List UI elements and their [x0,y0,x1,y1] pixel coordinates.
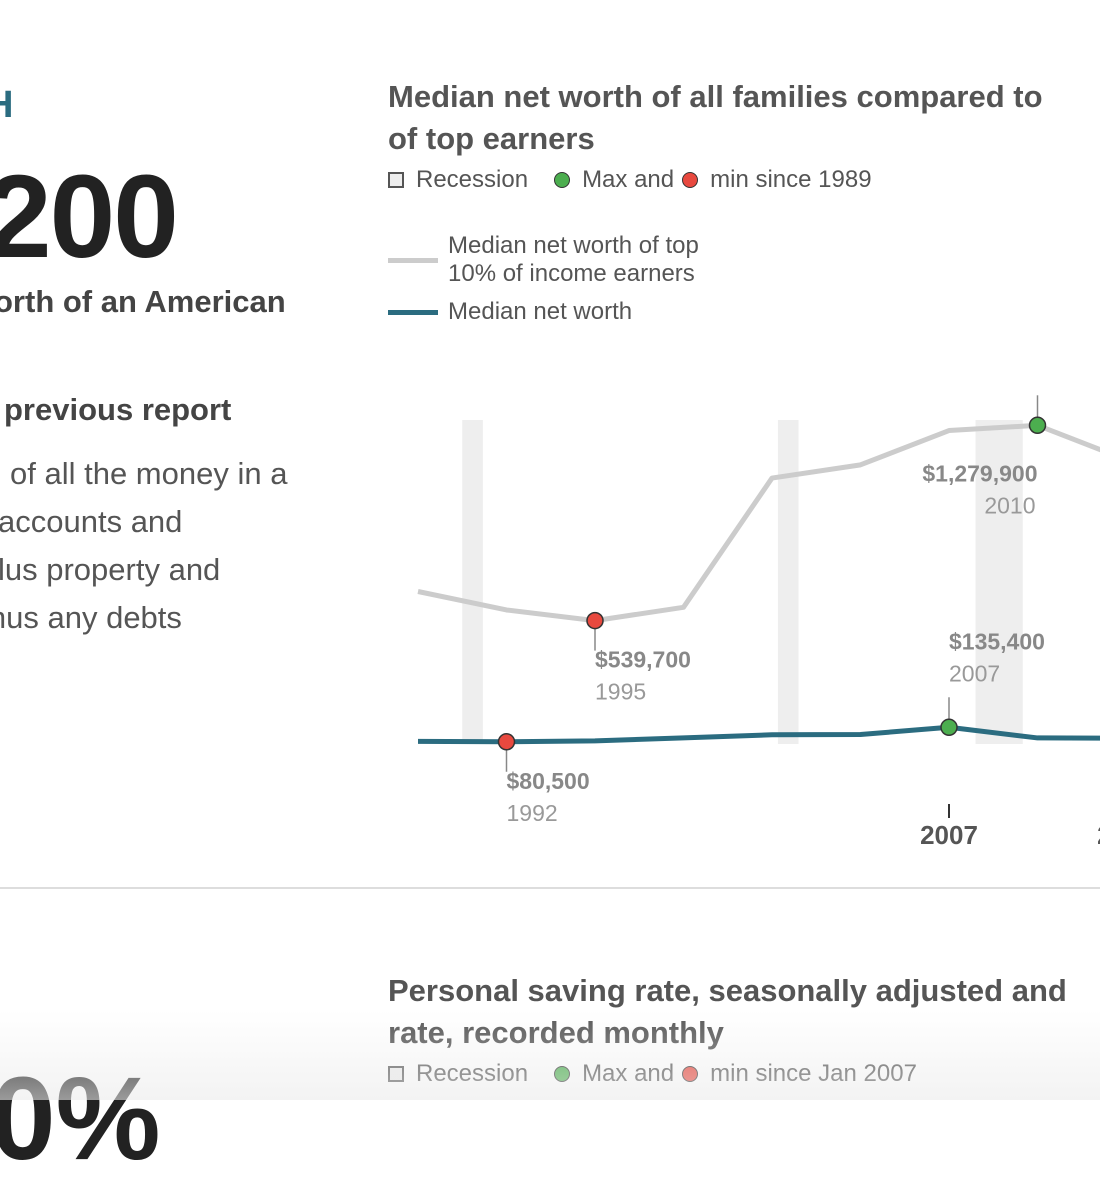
annotation-value: $1,279,900 [922,460,1037,486]
max-dot [1028,416,1047,435]
legend-min-label: min since Jan 2007 [710,1060,917,1087]
recession-band [462,420,483,744]
annotation-value: $539,700 [595,647,691,673]
x-tick-label: 2007 [920,820,978,850]
annotation-year: 1992 [507,800,558,826]
annotation-year: 2010 [984,492,1035,518]
chart2-legend: Recession Max and min since Jan 2007 [388,1060,917,1088]
annotation-value: $80,500 [507,768,590,794]
net-worth-chart: $539,700 1995 $1,279,900 2010 $80,500 1992 $13… [417,395,1100,850]
recession-band [777,420,799,744]
annotation-year: 1995 [595,679,646,705]
chart2-title: Personal saving rate, seasonally adjuste… [388,970,1100,1054]
legend-recession-label: Recession [416,1060,529,1087]
recession-swatch [388,1066,404,1082]
min-dot-swatch [682,1066,699,1082]
annotation-year: 2007 [949,660,1000,686]
max-dot [940,718,958,737]
chart2-title-line: rate, recorded monthly [388,1015,724,1050]
second-headline-number: 0% [0,1053,161,1185]
section-divider [0,887,1100,889]
annotation-value: $135,400 [949,628,1045,654]
max-dot-swatch [554,1066,571,1082]
chart2-title-line: Personal saving rate, seasonally adjuste… [388,973,1067,1008]
min-dot [586,611,604,630]
min-dot [497,733,516,751]
legend-max-label: Max and [582,1060,675,1087]
